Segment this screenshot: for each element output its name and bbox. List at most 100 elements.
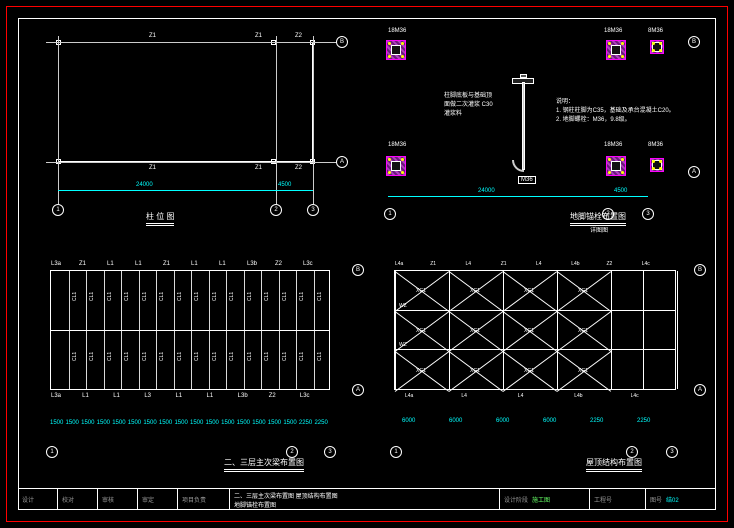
note-line: 2. 地脚螺栓：M36，9.8级。 [556,117,631,123]
beam-label: L3a [51,261,61,267]
tb-stage: 设计阶段 施工图 [500,489,590,510]
dim-text: 1500 [159,420,172,426]
beam-label: L3 [144,393,151,399]
brace-tag: XG1 [416,368,426,374]
dim-text: 2250 [314,420,327,426]
secondary-beam [244,271,245,389]
grid-line [46,42,346,43]
dim-text: 1500 [221,420,234,426]
beam-label: L3b [247,261,257,267]
roof-purlin-line [395,349,675,350]
axis-bubble: A [694,384,706,396]
anchor-assembly-small [646,154,668,176]
secondary-beam [69,271,70,389]
brace-tag: XG1 [416,288,426,294]
brace-tag: XG1 [578,288,588,294]
beam-tag: CL1 [212,292,218,301]
axis-bubble: 2 [270,204,282,216]
purlin-tag: WZ [399,303,407,309]
anchor-assembly [602,152,630,180]
beam-tag: CL1 [89,352,95,361]
anchor-tag: 8M36 [648,142,663,148]
panel-roof-layout: XG1XG1XG1XG1XG1XG1XG1XG1XG1XG1XG1XG1L4aZ… [376,250,706,470]
roof-purlin-line [395,310,675,311]
secondary-beam [174,271,175,389]
beam-label: Z1 [255,33,262,39]
dim-text: 24000 [478,188,495,194]
dim-text: 1500 [237,420,250,426]
dim-text: 2250 [637,418,650,424]
secondary-beam [314,271,315,389]
tr-plan: 18M36 18M36 8M36 18M36 18M36 8M36 M36 柱脚… [388,42,670,172]
anchor-assembly [602,36,630,64]
anchor-tag: 18M36 [388,142,406,148]
tb-cell: 审核 [98,489,138,510]
dim-text: 6000 [402,418,415,424]
brace-tag: XG1 [416,328,426,334]
beam-tag: CL1 [142,352,148,361]
axis-bubble: 1 [390,446,402,458]
brace-tag: XG1 [524,368,534,374]
beam-label: Z2 [295,165,302,171]
dim-text: 4500 [614,188,627,194]
detail-note: 柱脚底板与基础顶面做二次灌浆 C30灌浆料 [444,92,494,119]
secondary-beam [86,271,87,389]
brace-tag: XG1 [524,288,534,294]
axis-bubble: B [694,264,706,276]
beam-tag: CL1 [124,292,130,301]
axis-bubble: A [352,384,364,396]
beam-label: L1 [135,261,142,267]
beam-label: L4 [518,393,524,399]
secondary-beam [279,271,280,389]
dim-line [388,196,608,197]
dim-text: 4500 [278,182,291,188]
beam-label: Z2 [275,261,282,267]
anchor-assembly-small [646,36,668,58]
beam-label: L4b [574,393,582,399]
dim-text: 6000 [496,418,509,424]
dim-text: 24000 [136,182,153,188]
beam-tag: CL1 [299,292,305,301]
panel-column-layout: Z1 Z1 Z2 Z1 Z1 Z2 B A 1 2 3 24000 4500 柱… [26,30,346,220]
grid-line [46,162,346,163]
beam-tag: CL1 [177,352,183,361]
beam-tag: CL1 [247,292,253,301]
notes-heading: 说明： [556,99,574,105]
secondary-beam [104,271,105,389]
beam-tag: CL1 [229,292,235,301]
secondary-beam [209,271,210,389]
dim-text: 6000 [543,418,556,424]
beam-label: Z1 [501,261,507,267]
beam-tag: CL1 [159,292,165,301]
brace-tag: XG1 [470,328,480,334]
beam-label: L1 [219,261,226,267]
secondary-beam [121,271,122,389]
axis-bubble: B [336,36,348,48]
beam-label: L3b [238,393,248,399]
beam-label: Z1 [163,261,170,267]
anchor-bolt-detail: M36 [498,82,548,182]
dim-text: 1500 [174,420,187,426]
beam-tag: CL1 [212,352,218,361]
secondary-beam [156,271,157,389]
grid-line [313,36,314,204]
dim-text: 1500 [128,420,141,426]
beam-label: L1 [113,393,120,399]
brace-tag: XG1 [470,288,480,294]
beam-tag: CL1 [142,292,148,301]
beam-tag: CL1 [89,292,95,301]
panel-title: 地脚锚栓布置图 [570,211,626,224]
dim-text: 1500 [190,420,203,426]
beam-tag: CL1 [282,352,288,361]
beam-label: L1 [191,261,198,267]
dim-text: 1500 [252,420,265,426]
detail-tag: M36 [518,176,536,184]
tb-cell: 校对 [58,489,98,510]
beam-tag: CL1 [194,292,200,301]
beam-tag: CL1 [247,352,253,361]
dim-text: 6000 [449,418,462,424]
dim-line [276,190,313,191]
panel-subtitle: 详图图 [590,225,608,234]
panel-title: 二、三层主次梁布置图 [224,457,304,470]
axis-bubble: 3 [324,446,336,458]
